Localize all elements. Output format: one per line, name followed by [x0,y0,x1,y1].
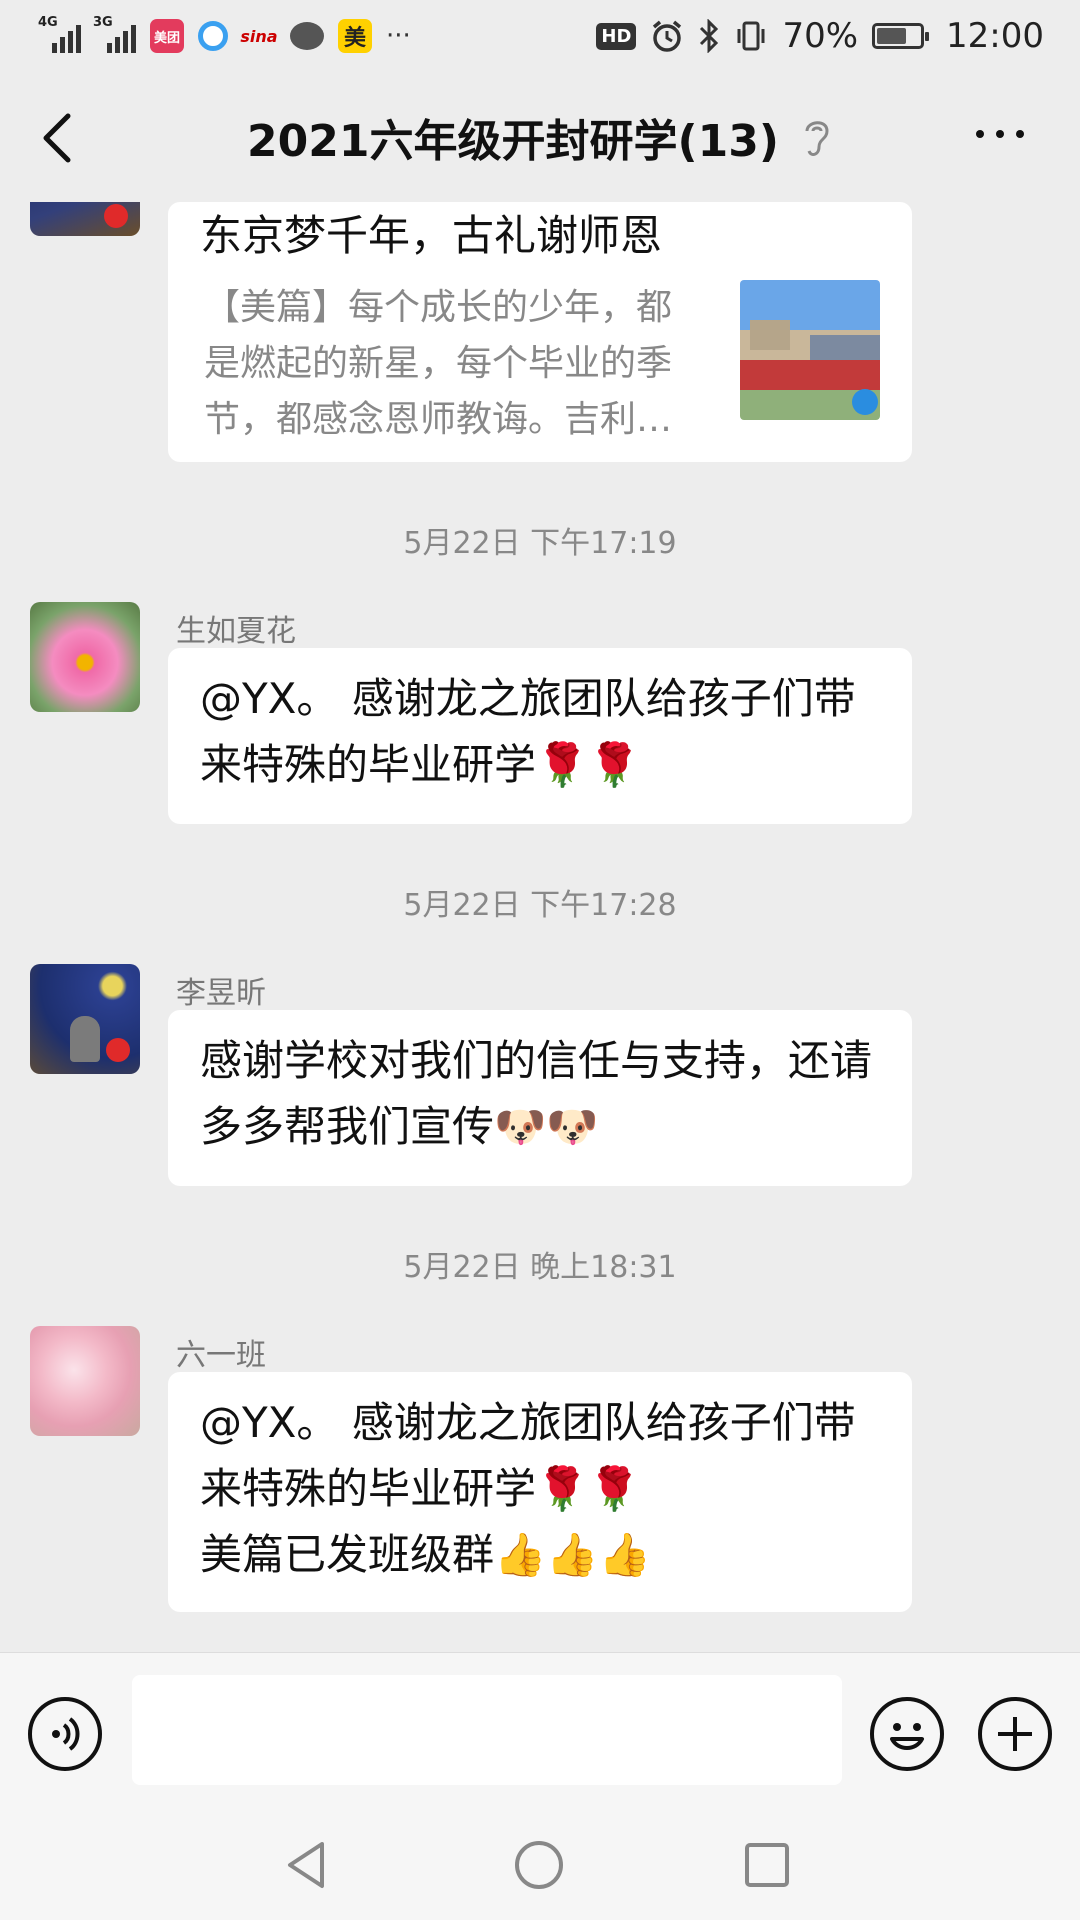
voice-icon[interactable] [28,1697,102,1771]
nav-home-icon[interactable] [514,1840,564,1890]
signal-3g-icon: 3G [93,15,136,53]
card-description: 【美篇】每个成长的少年，都是燃起的新星，每个毕业的季节，都感念恩师教诲。吉利… [204,287,673,440]
chat-bubble-icon [290,22,324,50]
system-nav-bar [0,1802,1080,1920]
message-input[interactable] [132,1675,842,1785]
nav-back-icon[interactable] [284,1840,328,1890]
battery-icon [872,23,930,49]
plus-icon[interactable] [978,1697,1052,1771]
card-thumbnail [740,280,880,420]
message-text: 感谢学校对我们的信任与支持，还请多多帮我们宣传🐶🐶 [200,1036,873,1151]
ear-icon [805,121,829,156]
more-icon[interactable] [976,130,1024,138]
sender-name: 李昱昕 [176,976,266,1011]
input-bar [0,1652,1080,1802]
sender-name: 生如夏花 [176,614,296,649]
chat-header: 2021六年级开封研学(13) [0,72,1080,202]
alarm-icon [653,20,682,52]
vibrate-icon [737,21,765,51]
card-title: 东京梦千年，古礼谢师恩 [200,211,663,260]
emoji-icon[interactable] [870,1697,944,1771]
network-type-label: 3G [93,15,113,30]
message-text: @YX。 感谢龙之旅团队给孩子们带来特殊的毕业研学🌹🌹 [200,674,856,789]
avatar[interactable] [30,202,140,236]
back-icon[interactable] [36,110,76,166]
avatar[interactable] [30,602,140,712]
more-notifications-label: ··· [386,21,411,51]
status-right: HD 70% 12:00 [596,16,1044,56]
status-bar: 4G 3G 美团 sina 美 ··· HD 70% 12:00 [0,0,1080,72]
avatar[interactable] [30,964,140,1074]
meituan-app-icon: 美团 [150,19,184,53]
bluetooth-icon [700,19,719,53]
chat-area[interactable]: 东京梦千年，古礼谢师恩 【美篇】每个成长的少年，都是燃起的新星，每个毕业的季节，… [0,202,1080,1652]
chat-title-wrap: 2021六年级开封研学(13) [247,105,833,169]
browser-app-icon [198,21,228,51]
clock-time: 12:00 [946,16,1044,56]
message-bubble[interactable]: @YX。 感谢龙之旅团队给孩子们带来特殊的毕业研学🌹🌹 [168,648,912,824]
sender-name: 六一班 [176,1338,266,1373]
chat-title: 2021六年级开封研学(13) [247,116,779,167]
battery-percent: 70% [782,16,859,56]
message-text: 美篇已发班级群👍👍👍 [200,1530,651,1579]
network-type-label: 4G [38,15,58,30]
timestamp: 5月22日 下午17:28 [403,888,677,923]
message-text: @YX。 感谢龙之旅团队给孩子们带来特殊的毕业研学🌹🌹 [200,1398,856,1513]
sina-app-icon: sina [240,26,278,46]
meituan-delivery-icon: 美 [338,19,372,53]
signal-4g-icon: 4G [38,15,81,53]
nav-recent-icon[interactable] [744,1842,790,1888]
message-bubble[interactable]: 感谢学校对我们的信任与支持，还请多多帮我们宣传🐶🐶 [168,1010,912,1186]
message-bubble[interactable]: @YX。 感谢龙之旅团队给孩子们带来特殊的毕业研学🌹🌹 美篇已发班级群👍👍👍 [168,1372,912,1612]
avatar[interactable] [30,1326,140,1436]
link-card-message[interactable]: 东京梦千年，古礼谢师恩 【美篇】每个成长的少年，都是燃起的新星，每个毕业的季节，… [168,202,912,462]
hd-icon: HD [596,22,637,50]
status-left: 4G 3G 美团 sina 美 ··· [38,15,411,53]
timestamp: 5月22日 下午17:19 [403,526,677,561]
timestamp: 5月22日 晚上18:31 [403,1250,677,1285]
